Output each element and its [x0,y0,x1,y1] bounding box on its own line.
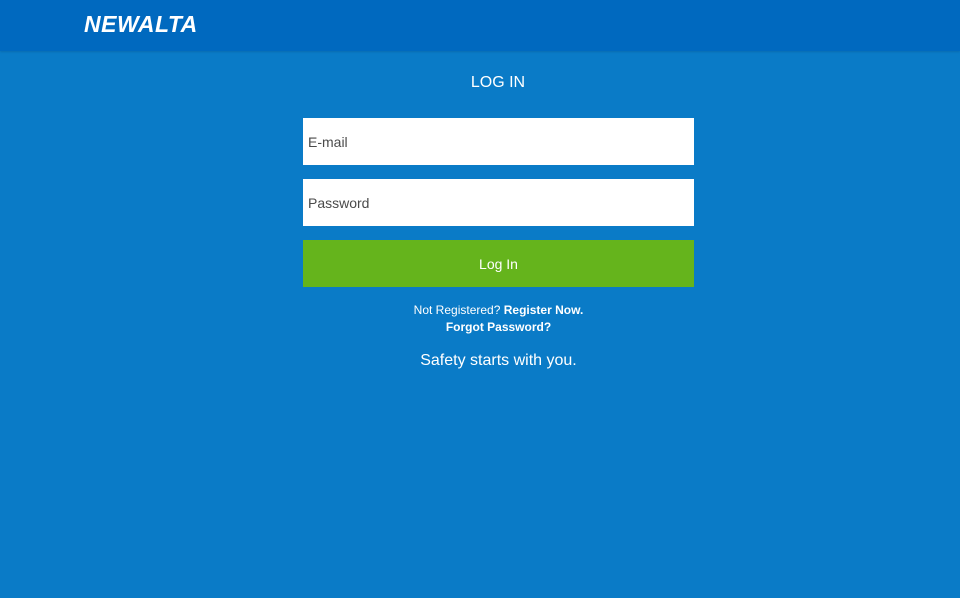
not-registered-text: Not Registered? [413,303,501,317]
email-field[interactable] [303,118,694,165]
top-bar: NEWALTA [0,0,960,51]
account-links: Not Registered? Register Now. Forgot Pas… [303,302,694,336]
newalta-logo[interactable]: NEWALTA [84,10,198,38]
register-now-link[interactable]: Register Now. [504,303,584,317]
forgot-line: Forgot Password? [303,319,694,336]
safety-tagline: Safety starts with you. [420,352,577,369]
register-line: Not Registered? Register Now. [303,302,694,319]
password-field[interactable] [303,179,694,226]
login-button[interactable]: Log In [303,240,694,287]
forgot-password-link[interactable]: Forgot Password? [446,320,551,334]
page-title: LOG IN [470,74,526,91]
